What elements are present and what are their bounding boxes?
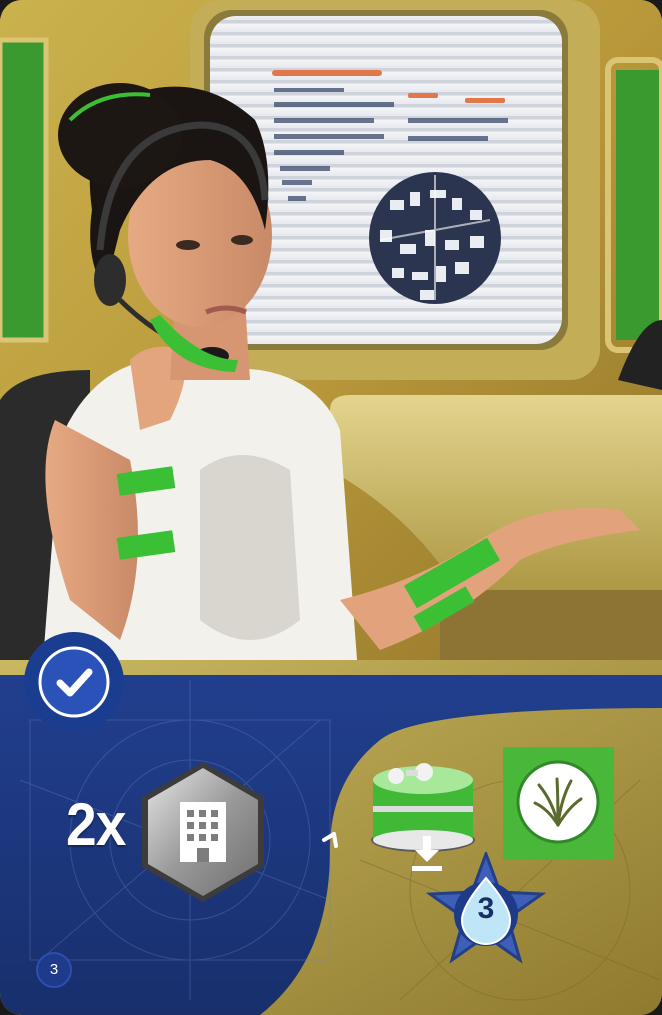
game-card[interactable]: 2x 3 3 <box>0 0 662 1015</box>
checkmark-icon <box>24 632 124 732</box>
card-artwork <box>0 0 662 700</box>
card-number: 3 <box>36 952 72 988</box>
water-value: 3 <box>477 892 495 925</box>
plant-icon <box>503 747 614 860</box>
building-icon <box>142 762 264 902</box>
chevron-right-icon <box>322 832 338 848</box>
requirement-multiplier: 2x <box>66 791 126 858</box>
